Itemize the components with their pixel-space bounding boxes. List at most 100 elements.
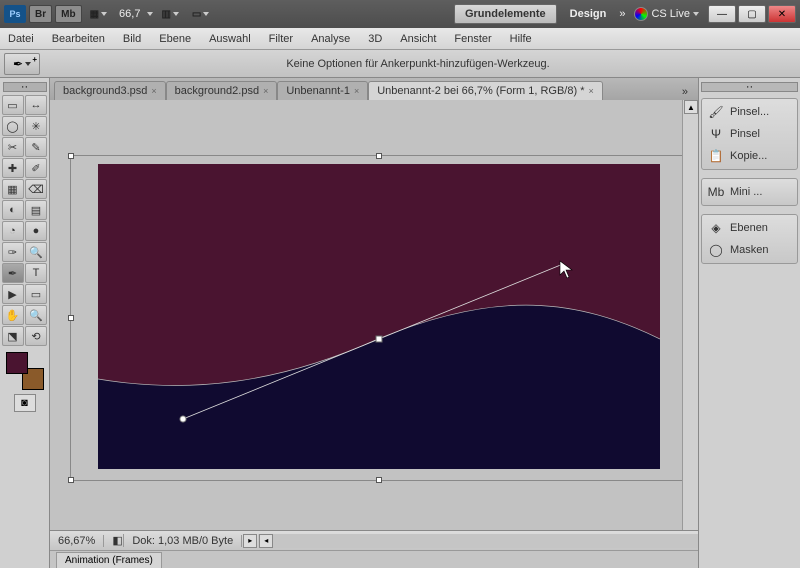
tool-7-1[interactable]: 🔍 <box>25 242 47 262</box>
workspace-design[interactable]: Design <box>560 5 617 23</box>
menu-filter[interactable]: Filter <box>269 33 293 45</box>
tool-0-0[interactable]: ▭ <box>2 95 24 115</box>
close-tab-icon[interactable]: × <box>354 86 359 96</box>
close-tab-icon[interactable]: × <box>151 86 156 96</box>
document-tab[interactable]: background3.psd × <box>54 81 166 100</box>
panel-label: Mini ... <box>730 186 762 198</box>
status-icon[interactable]: ◧ <box>104 534 124 547</box>
handle-ml[interactable] <box>68 315 74 321</box>
workspace-more[interactable]: » <box>619 8 625 20</box>
tab-label: Unbenannt-2 bei 66,7% (Form 1, RGB/8) * <box>377 85 584 97</box>
cs-live-button[interactable]: CS Live <box>634 7 699 21</box>
tool-9-1[interactable]: ▭ <box>25 284 47 304</box>
tool-5-0[interactable]: ◐ <box>2 200 24 220</box>
panel-icon: Ψ <box>707 126 725 142</box>
tool-10-1[interactable]: 🔍 <box>25 305 47 325</box>
vertical-scrollbar[interactable]: ▲ <box>682 100 698 530</box>
panel-label: Masken <box>730 244 769 256</box>
panel-label: Ebenen <box>730 222 768 234</box>
zoom-level[interactable]: 66,7 <box>119 8 140 20</box>
tool-9-0[interactable]: ▶ <box>2 284 24 304</box>
tool-8-1[interactable]: T <box>25 263 47 283</box>
tool-7-0[interactable]: ✑ <box>2 242 24 262</box>
panel-mini[interactable]: MbMini ... <box>702 181 797 203</box>
panel-icon: ◈ <box>707 220 725 236</box>
scroll-up-icon[interactable]: ▲ <box>684 100 698 114</box>
panel-label: Kopie... <box>730 150 767 162</box>
menu-datei[interactable]: Datei <box>8 33 34 45</box>
canvas-area[interactable]: ▲ <box>50 100 698 530</box>
tool-2-0[interactable]: ✂ <box>2 137 24 157</box>
dock-collapse[interactable]: ·· <box>701 82 798 92</box>
menu-hilfe[interactable]: Hilfe <box>510 33 532 45</box>
document-tab[interactable]: Unbenannt-2 bei 66,7% (Form 1, RGB/8) * × <box>368 81 603 100</box>
close-tab-icon[interactable]: × <box>263 86 268 96</box>
panel-kopie[interactable]: 📋Kopie... <box>702 145 797 167</box>
panel-masken[interactable]: ◯ Masken <box>702 239 797 261</box>
workspace-grundelemente[interactable]: Grundelemente <box>454 4 557 24</box>
tool-6-1[interactable]: ● <box>25 221 47 241</box>
document-canvas[interactable] <box>98 164 660 469</box>
app-logo: Ps <box>4 5 26 23</box>
tool-5-1[interactable]: ▤ <box>25 200 47 220</box>
handle-bl[interactable] <box>68 477 74 483</box>
maximize-button[interactable]: ▢ <box>738 5 766 23</box>
handle-bm[interactable] <box>376 477 382 483</box>
color-swatches[interactable] <box>6 352 44 390</box>
panel-pinsel[interactable]: 🖌Pinsel... <box>702 101 797 123</box>
toolbox: ·· ▭↔◯✳✂✎✚✐▦⌫◐▤◔●✑🔍✒T▶▭✋🔍⬔⟲ ◙ <box>0 78 50 568</box>
status-zoom[interactable]: 66,67% <box>50 535 104 547</box>
tab-label: background3.psd <box>63 85 147 97</box>
handle-tl[interactable] <box>68 153 74 159</box>
tool-1-1[interactable]: ✳ <box>25 116 47 136</box>
status-docsize[interactable]: Dok: 1,03 MB/0 Byte <box>124 535 242 547</box>
menu-analyse[interactable]: Analyse <box>311 33 350 45</box>
tool-3-1[interactable]: ✐ <box>25 158 47 178</box>
tool-11-0[interactable]: ⬔ <box>2 326 24 346</box>
panel-label: Pinsel <box>730 128 760 140</box>
tool-0-1[interactable]: ↔ <box>25 95 47 115</box>
tool-2-1[interactable]: ✎ <box>25 137 47 157</box>
bridge-button[interactable]: Br <box>29 5 52 23</box>
tool-10-0[interactable]: ✋ <box>2 305 24 325</box>
tab-label: Unbenannt-1 <box>286 85 350 97</box>
arrange-dropdown[interactable]: ▥ <box>156 5 183 23</box>
close-tab-icon[interactable]: × <box>588 86 593 96</box>
minibridge-button[interactable]: Mb <box>55 5 81 23</box>
toolbox-collapse[interactable]: ·· <box>3 82 47 92</box>
status-more-icon[interactable]: ▸ <box>243 534 257 548</box>
foreground-color[interactable] <box>6 352 28 374</box>
menu-ebene[interactable]: Ebene <box>159 33 191 45</box>
quickmask-toggle[interactable]: ◙ <box>14 394 36 412</box>
tool-11-1[interactable]: ⟲ <box>25 326 47 346</box>
menu-fenster[interactable]: Fenster <box>454 33 491 45</box>
current-tool-preset[interactable]: + <box>4 53 40 75</box>
panel-ebenen[interactable]: ◈ Ebenen <box>702 217 797 239</box>
close-button[interactable]: ✕ <box>768 5 796 23</box>
cs-live-icon <box>634 7 648 21</box>
menu-3d[interactable]: 3D <box>368 33 382 45</box>
handle-tm[interactable] <box>376 153 382 159</box>
tool-4-1[interactable]: ⌫ <box>25 179 47 199</box>
menu-auswahl[interactable]: Auswahl <box>209 33 251 45</box>
tabs-overflow[interactable]: » <box>676 84 694 100</box>
tool-4-0[interactable]: ▦ <box>2 179 24 199</box>
tool-3-0[interactable]: ✚ <box>2 158 24 178</box>
animation-panel-tab[interactable]: Animation (Frames) <box>56 552 162 568</box>
layout-dropdown[interactable]: ▦ <box>85 5 112 23</box>
screenmode-dropdown[interactable]: ▭ <box>187 5 214 23</box>
minimize-button[interactable]: — <box>708 5 736 23</box>
menu-bild[interactable]: Bild <box>123 33 141 45</box>
menu-bearbeiten[interactable]: Bearbeiten <box>52 33 105 45</box>
panel-icon: ◯ <box>707 242 725 258</box>
tool-1-0[interactable]: ◯ <box>2 116 24 136</box>
options-message: Keine Optionen für Ankerpunkt-hinzufügen… <box>40 58 796 70</box>
tool-8-0[interactable]: ✒ <box>2 263 24 283</box>
document-tab[interactable]: background2.psd× <box>166 81 278 100</box>
panel-pinsel[interactable]: Ψ Pinsel <box>702 123 797 145</box>
document-tab[interactable]: Unbenannt-1 × <box>277 81 368 100</box>
tool-6-0[interactable]: ◔ <box>2 221 24 241</box>
horizontal-scrollbar[interactable]: ◂ <box>258 534 698 548</box>
menu-ansicht[interactable]: Ansicht <box>400 33 436 45</box>
zoom-dropdown-icon[interactable] <box>147 12 153 16</box>
